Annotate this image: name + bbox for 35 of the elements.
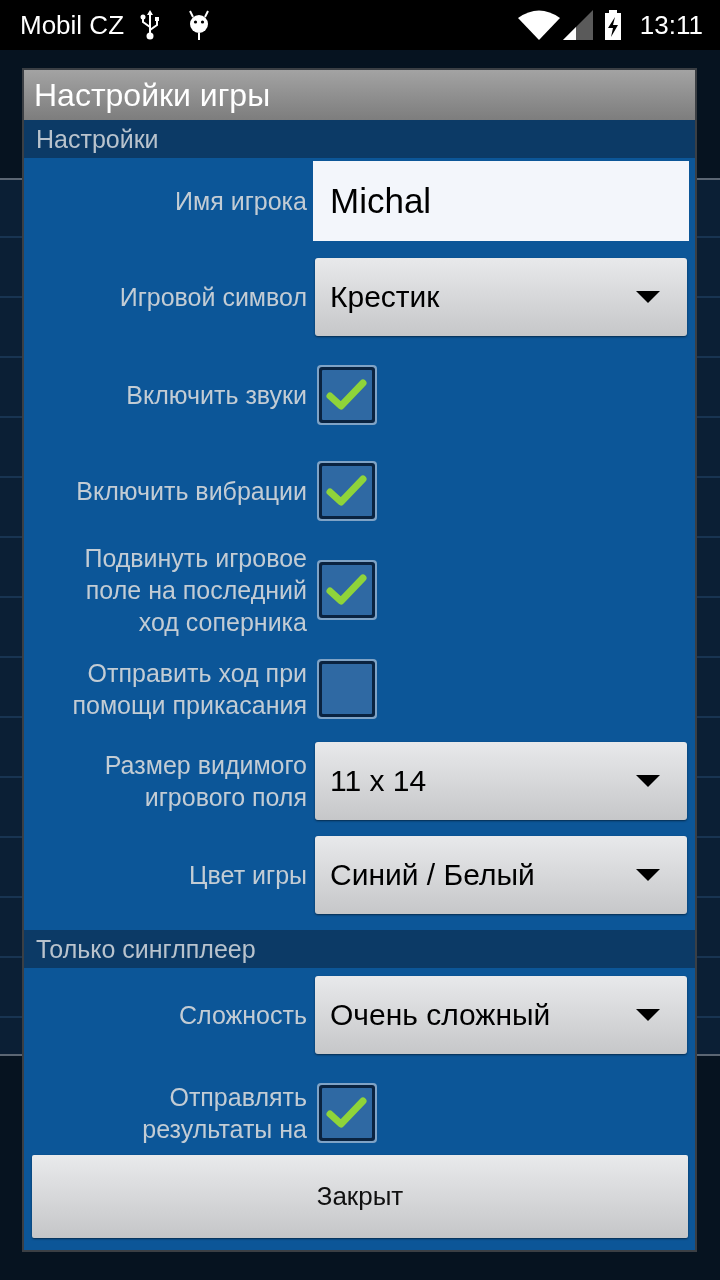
setting-label: Включить звуки	[125, 380, 308, 411]
checkbox[interactable]	[317, 659, 377, 719]
setting-label: Сложность	[178, 1000, 308, 1031]
setting-label: Размер видимого игрового поля	[103, 750, 308, 813]
carrier-name: Mobil CZ	[20, 9, 124, 41]
setting-label: Подвинуть игровое поле на последний ход соперника	[83, 543, 308, 638]
name-input-field[interactable]: Michal	[313, 161, 689, 241]
wifi-icon	[516, 9, 561, 41]
dropdown[interactable]: Крестик	[315, 258, 687, 336]
checkbox[interactable]	[317, 560, 377, 620]
caret-icon	[636, 775, 660, 787]
clock-time: 13:11	[639, 9, 703, 41]
dropdown[interactable]: 11 x 14	[315, 742, 687, 820]
close-button[interactable]: Закрыт	[32, 1155, 688, 1238]
caret-icon	[636, 291, 660, 303]
setting-label: Включить вибрации	[75, 476, 308, 507]
setting-label: Игровой символ	[118, 282, 308, 313]
section-header: Настройки	[24, 120, 695, 158]
checkbox[interactable]	[317, 1083, 377, 1143]
checkbox[interactable]	[317, 461, 377, 521]
signal-icon	[562, 10, 593, 40]
robot-icon	[188, 10, 210, 40]
dropdown[interactable]: Очень сложный	[315, 976, 687, 1054]
setting-label: Отправлять результаты на	[141, 1082, 308, 1145]
caret-icon	[636, 1009, 660, 1021]
setting-label: Отправить ход при помощи прикасания	[71, 658, 308, 721]
setting-label: Имя игрока	[174, 186, 308, 217]
dialog-title: Настройки игры	[24, 70, 695, 120]
battery-icon	[603, 10, 622, 40]
setting-label: Цвет игры	[188, 860, 308, 891]
caret-icon	[636, 869, 660, 881]
checkbox[interactable]	[317, 365, 377, 425]
dropdown[interactable]: Синий / Белый	[315, 836, 687, 914]
usb-icon	[140, 10, 160, 40]
section-header: Только синглплеер	[24, 930, 695, 968]
